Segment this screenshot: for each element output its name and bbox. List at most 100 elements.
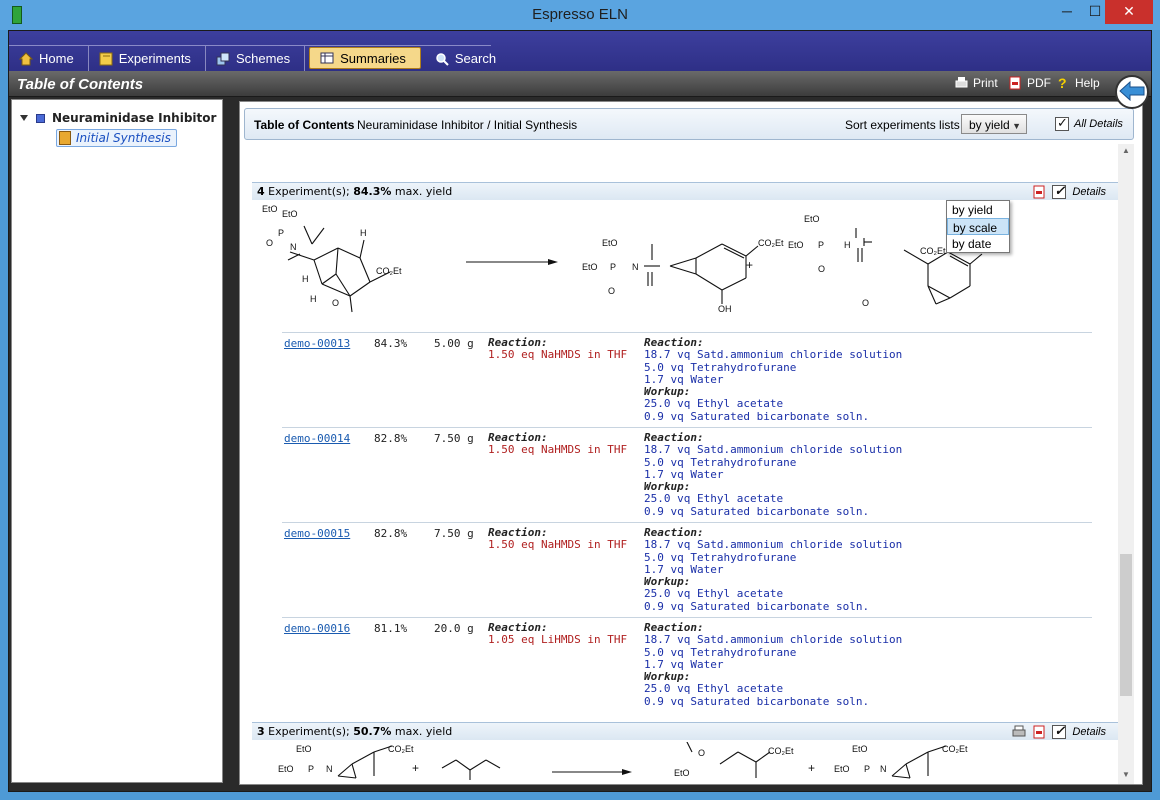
sort-option-scale[interactable]: by scale	[947, 218, 1009, 235]
chem-label: CO₂Et	[942, 744, 968, 754]
home-icon	[18, 51, 34, 66]
sort-value: by yield	[969, 118, 1010, 132]
reaction-conditions: Reaction: 1.50 eq NaHMDS in THF	[488, 336, 627, 362]
print-button[interactable]: Print	[955, 76, 998, 90]
chem-label: H	[844, 240, 851, 250]
chem-label: CO₂Et	[758, 238, 784, 248]
group-2-count: 3	[257, 725, 265, 738]
workup-line: 25.0 vq Ethyl acetate	[644, 587, 784, 601]
pdf-label: PDF	[1027, 76, 1051, 90]
pdf-icon[interactable]	[1032, 725, 1046, 739]
chem-label: EtO	[834, 764, 850, 774]
chem-label: P	[610, 262, 616, 272]
scroll-up-icon[interactable]: ▲	[1122, 146, 1130, 155]
printer-icon[interactable]	[1012, 725, 1026, 739]
chem-label: EtO	[296, 744, 312, 754]
all-details-toggle[interactable]: All Details	[1055, 115, 1123, 131]
chem-label: EtO	[674, 768, 690, 778]
experiment-scale: 20.0 g	[434, 622, 474, 635]
sort-option-yield[interactable]: by yield	[947, 201, 1009, 218]
minimize-button[interactable]: ─	[1052, 0, 1082, 24]
help-label: Help	[1075, 76, 1100, 90]
workup-line: 0.9 vq Saturated bicarbonate soln.	[644, 694, 870, 708]
tab-schemes[interactable]: Schemes	[206, 46, 306, 71]
pdf-icon[interactable]	[1032, 185, 1046, 199]
experiment-scale: 5.00 g	[434, 337, 474, 350]
workup-line: 25.0 vq Ethyl acetate	[644, 682, 784, 696]
experiment-scale: 7.50 g	[434, 527, 474, 540]
sort-label: Sort experiments lists	[845, 118, 960, 132]
chem-label: CO₂Et	[376, 266, 402, 276]
expand-toggle-icon[interactable]	[20, 115, 28, 121]
chem-label: EtO	[804, 214, 820, 224]
experiment-link[interactable]: demo-00013	[284, 337, 350, 350]
printer-icon	[955, 76, 968, 90]
workup-conditions: Reaction: 18.7 vq Satd.ammonium chloride…	[644, 336, 903, 423]
table-icon	[320, 51, 334, 65]
tree-item-initial-synthesis[interactable]: Initial Synthesis	[56, 129, 177, 147]
group-1-actions: Details	[1032, 183, 1106, 199]
experiment-link[interactable]: demo-00014	[284, 432, 350, 445]
chem-label: EtO	[602, 238, 618, 248]
chem-label: EtO	[262, 204, 278, 214]
reaction-conditions: Reaction: 1.50 eq NaHMDS in THF	[488, 431, 627, 457]
experiment-link[interactable]: demo-00016	[284, 622, 350, 635]
chem-label: CO₂Et	[920, 246, 946, 256]
group-2-details-checkbox[interactable]	[1052, 723, 1067, 739]
tab-summaries[interactable]: Summaries	[309, 47, 421, 69]
close-button[interactable]: ✕	[1105, 0, 1153, 24]
pdf-button[interactable]: PDF	[1009, 76, 1051, 90]
experiment-row: demo-00015 82.8% 7.50 g Reaction: 1.50 e…	[282, 522, 1092, 617]
reaction-conditions: Reaction: 1.50 eq NaHMDS in THF	[488, 526, 627, 552]
group-2-yield: 50.7%	[353, 725, 392, 738]
experiment-link[interactable]: demo-00015	[284, 527, 350, 540]
chem-label: H	[360, 228, 367, 238]
chem-label: CO₂Et	[768, 746, 794, 756]
scroll-thumb[interactable]	[1120, 554, 1132, 696]
group-header-1: 4 Experiment(s); 84.3% max. yield Detail…	[252, 182, 1118, 200]
chem-label: P	[308, 764, 314, 774]
chem-label: N	[632, 262, 639, 272]
search-icon	[435, 52, 449, 66]
scroll-down-icon[interactable]: ▼	[1122, 770, 1130, 779]
quench-line: 18.7 vq Satd.ammonium chloride solution	[644, 348, 903, 362]
tab-experiments[interactable]: Experiments	[89, 46, 206, 71]
notebook-icon	[99, 52, 113, 66]
quench-line: 18.7 vq Satd.ammonium chloride solution	[644, 633, 903, 647]
workup-line: 25.0 vq Ethyl acetate	[644, 492, 784, 506]
reaction-conditions: Reaction: 1.05 eq LiHMDS in THF	[488, 621, 627, 647]
tab-home[interactable]: Home	[9, 46, 89, 71]
chem-label: P	[278, 228, 284, 238]
group-1-count: 4	[257, 185, 265, 198]
workup-line: 0.9 vq Saturated bicarbonate soln.	[644, 599, 870, 613]
nav-tabs: Home Experiments Schemes Summaries Searc…	[9, 45, 496, 71]
help-button[interactable]: ? Help	[1057, 75, 1100, 91]
sort-select[interactable]: by yield ▼	[961, 114, 1027, 134]
project-tree: Neuraminidase Inhibitor Initial Synthesi…	[11, 99, 223, 783]
reaction-scheme-2-drawing: EtO EtO P N CO₂Et + EtO O CO₂Et + EtO Et…	[278, 731, 968, 780]
tree-root-item[interactable]: Neuraminidase Inhibitor	[20, 111, 216, 125]
sort-option-date[interactable]: by date	[947, 235, 1009, 252]
reaction-scheme-2: EtO EtO P N CO₂Et + EtO O CO₂Et + EtO Et…	[252, 731, 1112, 784]
experiment-yield: 84.3%	[374, 337, 408, 350]
chem-label: O	[332, 298, 339, 308]
group-1-details-checkbox[interactable]	[1052, 183, 1067, 199]
help-icon: ?	[1057, 75, 1070, 91]
all-details-checkbox[interactable]	[1055, 115, 1069, 131]
group-1-yield-suffix: max. yield	[394, 185, 453, 198]
chem-label: CO₂Et	[388, 744, 414, 754]
chem-label: +	[412, 761, 419, 775]
scrollbar[interactable]: ▲ ▼	[1118, 144, 1134, 784]
tab-summaries-label: Summaries	[340, 50, 406, 66]
chem-label: O	[818, 264, 825, 274]
schemes-icon	[216, 52, 230, 66]
chem-label: OH	[718, 304, 732, 314]
chem-label: P	[864, 764, 870, 774]
group-header-2: 3 Experiment(s); 50.7% max. yield Detail…	[252, 722, 1118, 740]
group-2-details-label: Details	[1072, 726, 1106, 738]
tab-search[interactable]: Search	[425, 46, 510, 71]
tree-root-label: Neuraminidase Inhibitor	[52, 111, 217, 125]
back-button[interactable]	[1115, 75, 1149, 109]
chem-label: H	[310, 294, 317, 304]
chem-label: EtO	[582, 262, 598, 272]
